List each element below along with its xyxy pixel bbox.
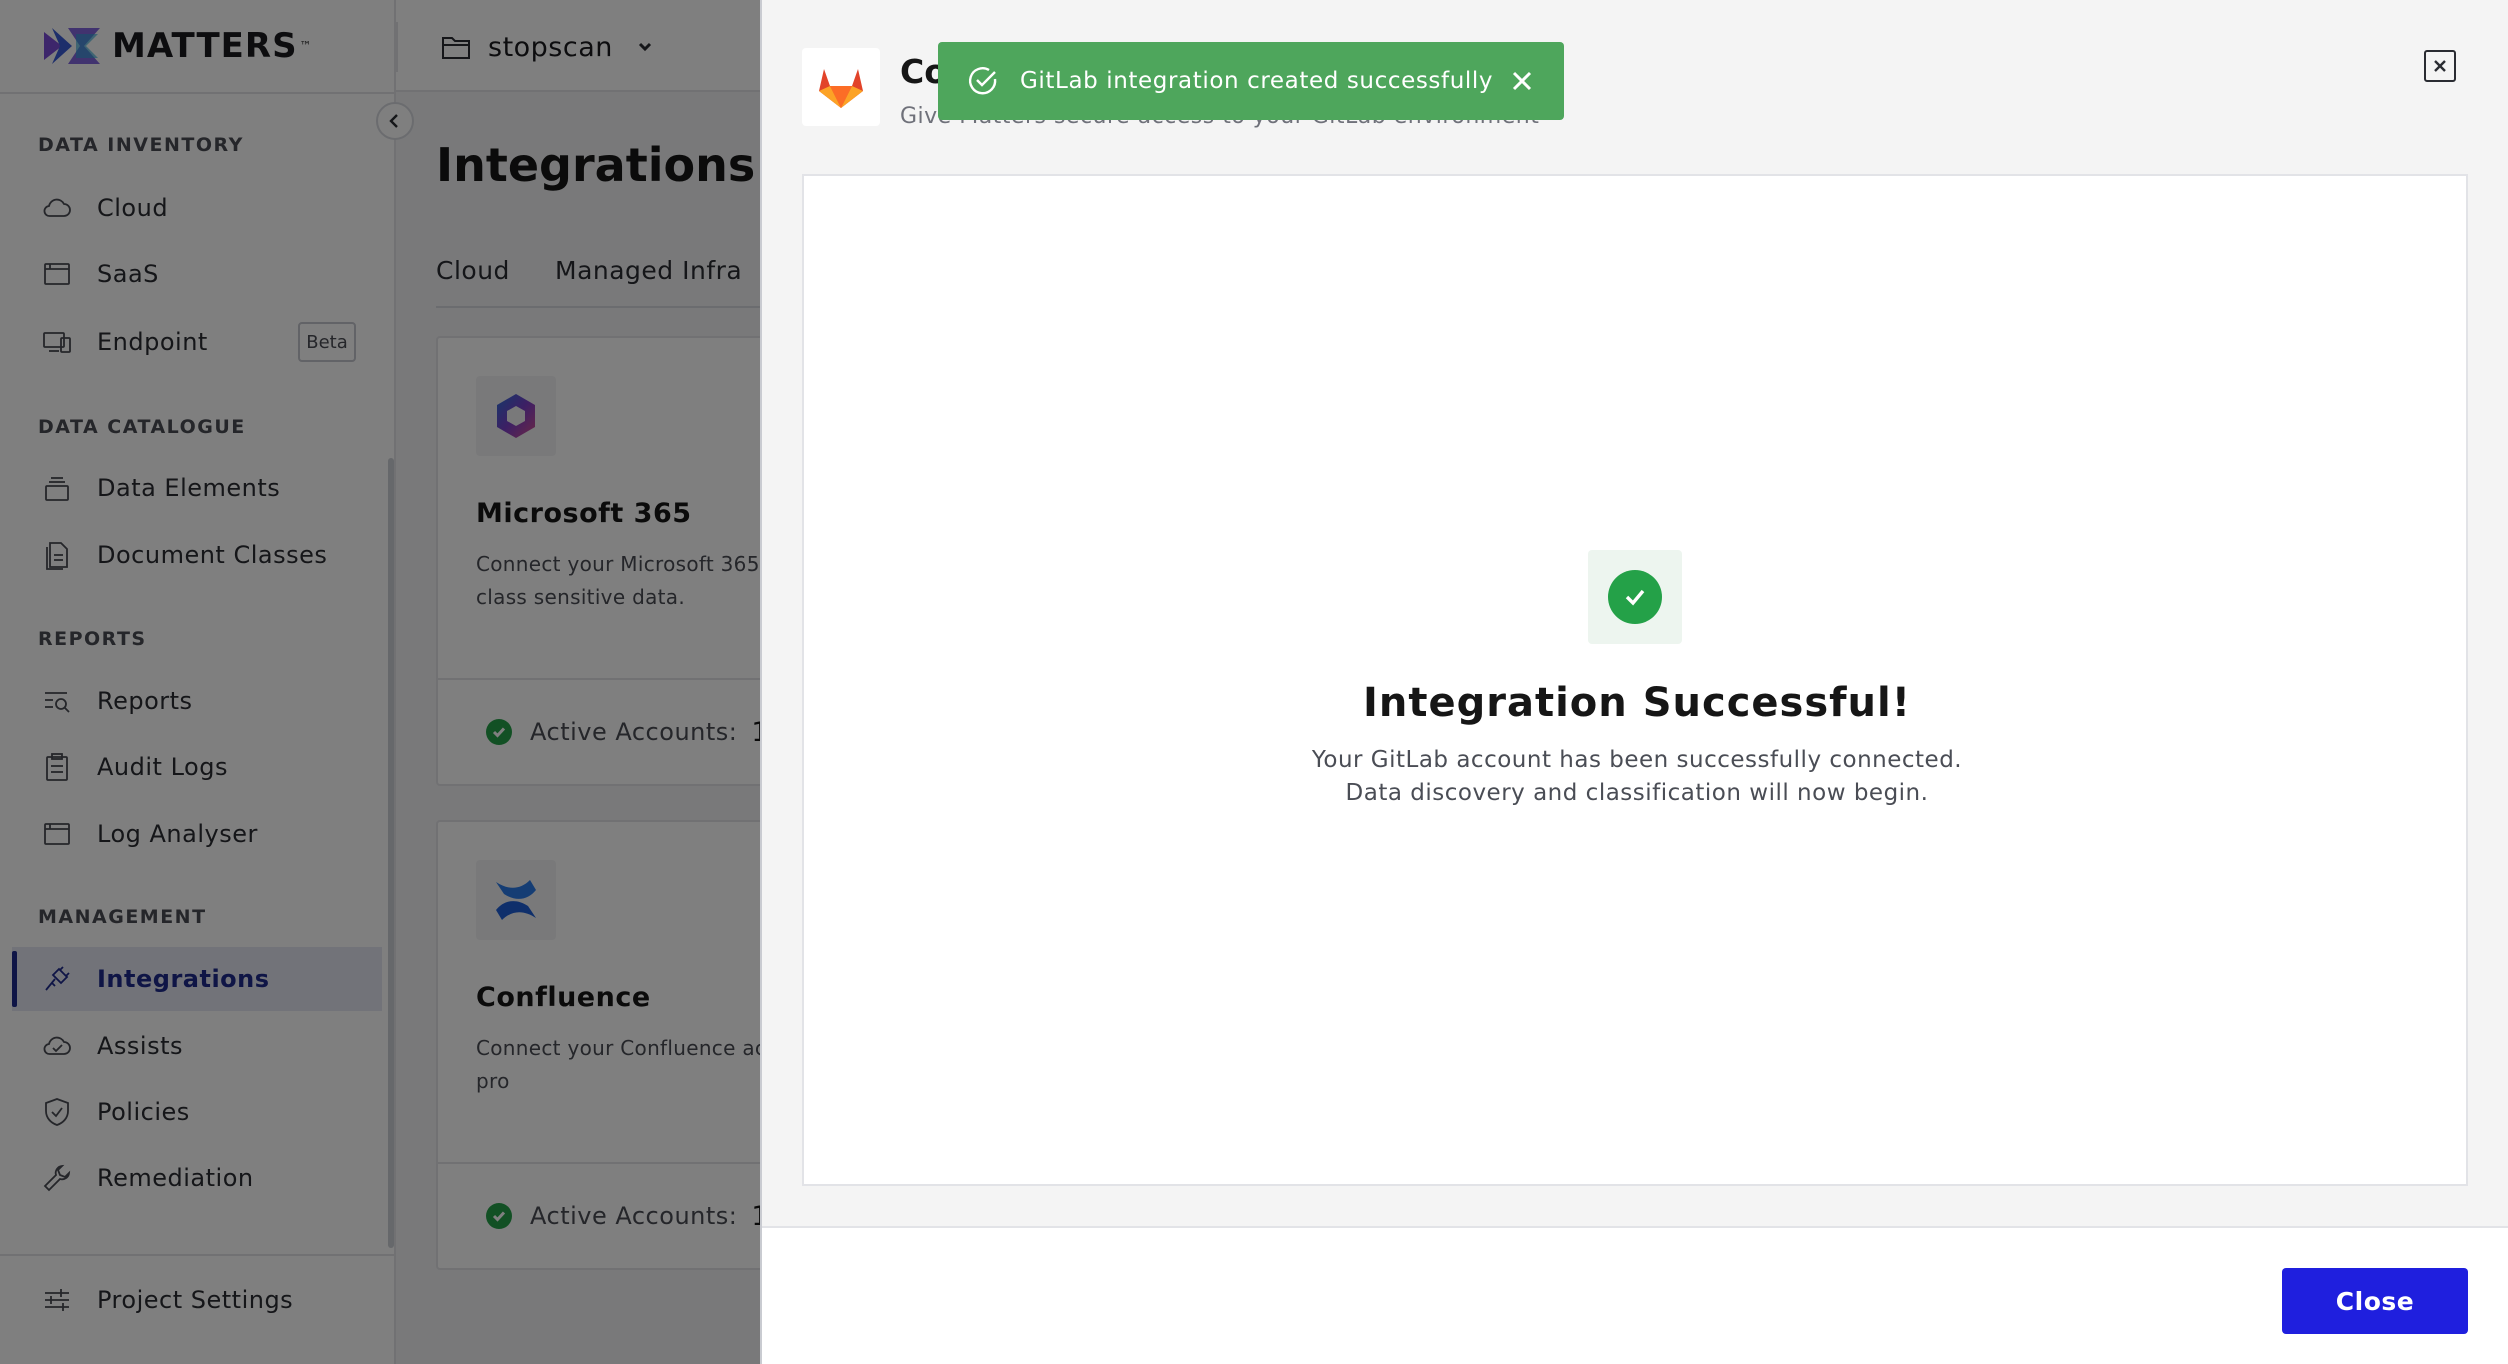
check-circle-icon [966, 64, 1000, 98]
close-icon [1512, 71, 1532, 91]
modal-backdrop[interactable] [0, 0, 760, 1364]
toast-message: GitLab integration created successfully [1020, 68, 1494, 94]
success-toast: GitLab integration created successfully [938, 42, 1564, 120]
success-check-icon [1608, 570, 1662, 624]
success-panel: Integration Successful! Your GitLab acco… [802, 174, 2468, 1186]
success-message-line-2: Data discovery and classification will n… [1345, 780, 1929, 806]
drawer-logo [802, 48, 880, 126]
close-icon [2434, 60, 2446, 72]
close-button[interactable]: Close [2282, 1268, 2468, 1334]
gitlab-icon [819, 69, 863, 108]
integration-drawer: Co Give Matters secure access to your Gi… [760, 0, 2508, 1364]
success-message-line-1: Your GitLab account has been successfull… [1311, 747, 1963, 773]
success-message: Your GitLab account has been successfull… [804, 744, 2470, 810]
drawer-close-icon-button[interactable] [2424, 50, 2456, 82]
drawer-footer: Close [762, 1226, 2508, 1364]
success-title: Integration Successful! [1363, 680, 1911, 726]
toast-close-button[interactable] [1510, 69, 1534, 93]
success-icon-container [1588, 550, 1682, 644]
